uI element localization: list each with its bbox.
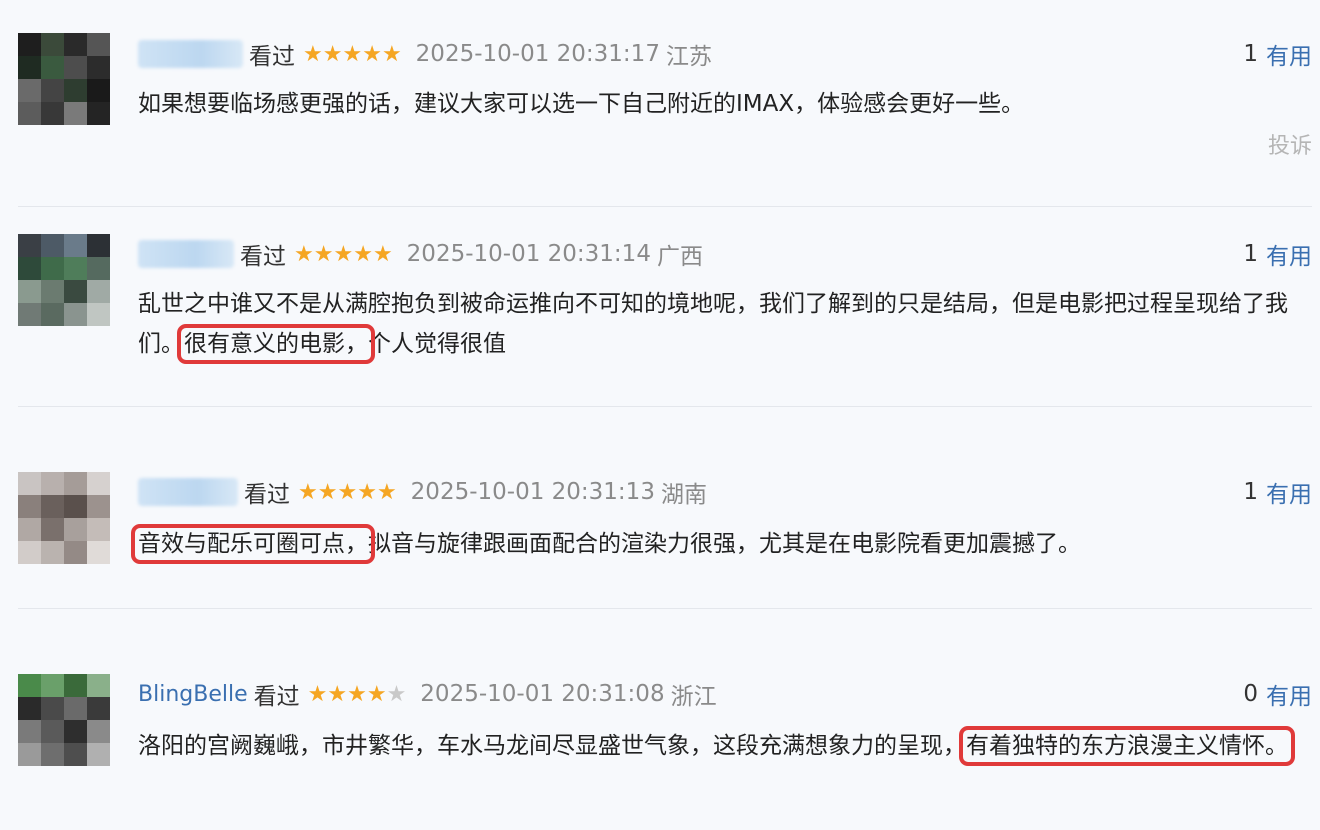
star-icon: ★ xyxy=(376,479,397,505)
avatar[interactable] xyxy=(18,234,110,326)
useful-vote[interactable]: 1 有用 xyxy=(1243,36,1312,72)
useful-count: 1 xyxy=(1243,479,1258,505)
star-icon: ★ xyxy=(372,241,393,267)
useful-count: 0 xyxy=(1243,681,1258,707)
star-icon: ★ xyxy=(366,681,387,707)
star-icon: ★ xyxy=(362,41,382,67)
report-link[interactable]: 投诉 xyxy=(1268,128,1312,160)
star-icon: ★ xyxy=(307,681,328,707)
username-blurred[interactable] xyxy=(138,240,234,268)
comment-region: 江苏 xyxy=(665,44,712,70)
comment-header: 看过 ★★★★★ 2025-10-01 20:31:13 湖南 xyxy=(138,474,707,510)
username[interactable]: BlingBelle xyxy=(138,682,248,707)
comment-region: 广西 xyxy=(656,244,703,270)
avatar[interactable] xyxy=(18,472,110,564)
comment-text: 洛阳的宫阙巍峨，市井繁华，车水马龙间尽显盛世气象，这段充满想象力的呈现，有着独特… xyxy=(138,726,1313,766)
comment-date: 2025-10-01 20:31:08 xyxy=(420,681,665,707)
star-icon: ★ xyxy=(303,41,323,67)
divider xyxy=(18,608,1312,609)
star-icon: ★ xyxy=(327,681,348,707)
star-icon: ★ xyxy=(298,479,318,505)
useful-count: 1 xyxy=(1243,241,1258,267)
comment-region: 湖南 xyxy=(660,482,707,508)
star-icon: ★ xyxy=(322,41,343,67)
watched-label: 看过 xyxy=(240,244,286,270)
useful-button[interactable]: 有用 xyxy=(1266,677,1312,711)
rating-stars: ★★★★★ xyxy=(303,42,402,67)
rating-stars: ★★★★★ xyxy=(294,242,393,267)
comment-text: 乱世之中谁又不是从满腔抱负到被命运推向不可知的境地呢，我们了解到的只是结局，但是… xyxy=(138,284,1313,364)
divider xyxy=(18,406,1312,407)
watched-label: 看过 xyxy=(253,684,300,710)
star-icon: ★ xyxy=(313,241,334,267)
useful-count: 1 xyxy=(1243,41,1258,67)
highlighted-text: 有着独特的东方浪漫主义情怀。 xyxy=(959,726,1295,766)
useful-button[interactable]: 有用 xyxy=(1266,237,1312,271)
star-icon: ★ xyxy=(381,41,402,67)
comment-text: 音效与配乐可圈可点，拟音与旋律跟画面配合的渲染力很强，尤其是在电影院看更加震撼了… xyxy=(131,524,1313,564)
comment-date: 2025-10-01 20:31:17 xyxy=(415,41,660,67)
star-icon: ★ xyxy=(333,241,354,267)
comment-date: 2025-10-01 20:31:14 xyxy=(406,241,651,267)
watched-label: 看过 xyxy=(249,44,295,70)
useful-button[interactable]: 有用 xyxy=(1266,475,1312,509)
star-icon: ★ xyxy=(342,41,363,67)
highlighted-text: 很有意义的电影， xyxy=(177,324,375,364)
avatar[interactable] xyxy=(18,33,110,125)
star-icon: ★ xyxy=(357,479,377,505)
star-icon: ★ xyxy=(294,241,314,267)
star-icon: ★ xyxy=(337,479,358,505)
star-icon: ★ xyxy=(347,681,367,707)
text-segment: 如果想要临场感更强的话，建议大家可以选一下自己附近的IMAX，体验感会更好一些。 xyxy=(138,91,1025,117)
text-segment: 拟音与旋律跟画面配合的渲染力很强，尤其是在电影院看更加震撼了。 xyxy=(368,531,1081,557)
comment-text: 如果想要临场感更强的话，建议大家可以选一下自己附近的IMAX，体验感会更好一些。 xyxy=(138,84,1313,124)
useful-button[interactable]: 有用 xyxy=(1266,37,1312,71)
username-blurred[interactable] xyxy=(138,478,238,506)
useful-vote[interactable]: 1 有用 xyxy=(1243,474,1312,510)
comment-date: 2025-10-01 20:31:13 xyxy=(410,479,655,505)
text-segment: 个人觉得很值 xyxy=(368,331,506,357)
rating-stars: ★★★★★ xyxy=(308,682,407,707)
comment-header: 看过 ★★★★★ 2025-10-01 20:31:17 江苏 xyxy=(138,36,712,72)
comment-region: 浙江 xyxy=(670,684,717,710)
comment-header: BlingBelle 看过 ★★★★★ 2025-10-01 20:31:08 … xyxy=(138,676,717,712)
text-segment: 洛阳的宫阙巍峨，市井繁华，车水马龙间尽显盛世气象，这段充满想象力的呈现， xyxy=(138,733,966,759)
rating-stars: ★★★★★ xyxy=(298,480,397,505)
watched-label: 看过 xyxy=(244,482,290,508)
username-blurred[interactable] xyxy=(138,40,243,68)
star-icon: ★ xyxy=(353,241,373,267)
star-icon: ★ xyxy=(317,479,338,505)
comment-header: 看过 ★★★★★ 2025-10-01 20:31:14 广西 xyxy=(138,236,703,272)
divider xyxy=(18,206,1312,207)
useful-vote[interactable]: 1 有用 xyxy=(1243,236,1312,272)
useful-vote[interactable]: 0 有用 xyxy=(1243,676,1312,712)
avatar[interactable] xyxy=(18,674,110,766)
star-icon: ★ xyxy=(386,681,407,707)
highlighted-text: 音效与配乐可圈可点， xyxy=(131,524,375,564)
